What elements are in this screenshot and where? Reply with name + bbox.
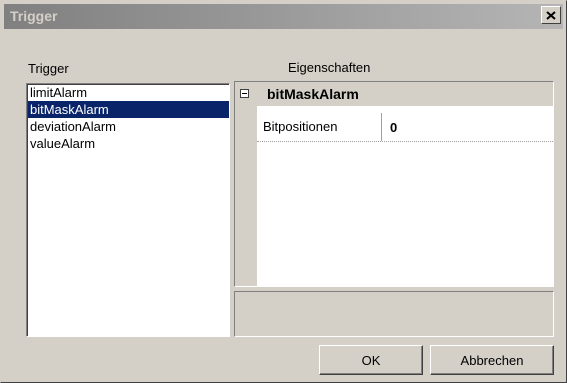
- trigger-label: Trigger: [28, 61, 69, 76]
- property-category-title: bitMaskAlarm: [267, 86, 359, 102]
- close-icon: [546, 10, 556, 20]
- property-category-header[interactable]: bitMaskAlarm: [235, 82, 553, 106]
- cancel-button[interactable]: Abbrechen: [430, 345, 554, 375]
- window-title: Trigger: [10, 8, 58, 24]
- ok-button[interactable]: OK: [319, 345, 423, 375]
- property-value[interactable]: 0: [390, 120, 397, 135]
- collapse-icon[interactable]: [240, 89, 249, 98]
- property-grid-empty-area: [257, 142, 553, 286]
- list-item[interactable]: valueAlarm: [28, 135, 229, 152]
- close-button[interactable]: [541, 6, 561, 24]
- property-grid[interactable]: bitMaskAlarm Bitpositionen 0: [234, 81, 554, 287]
- trigger-listbox[interactable]: limitAlarm bitMaskAlarm deviationAlarm v…: [26, 83, 230, 337]
- trigger-dialog: Trigger Trigger Eigenschaften limitAlarm…: [0, 0, 567, 383]
- property-divider[interactable]: [381, 113, 382, 141]
- list-item[interactable]: deviationAlarm: [28, 118, 229, 135]
- list-item[interactable]: limitAlarm: [28, 84, 229, 101]
- title-bar[interactable]: Trigger: [4, 4, 563, 29]
- properties-label: Eigenschaften: [288, 60, 371, 75]
- property-grid-gutter: [235, 82, 257, 286]
- list-item[interactable]: bitMaskAlarm: [28, 101, 229, 118]
- property-description-box: [234, 291, 554, 337]
- property-row[interactable]: Bitpositionen 0: [257, 113, 553, 142]
- property-name: Bitpositionen: [263, 119, 338, 134]
